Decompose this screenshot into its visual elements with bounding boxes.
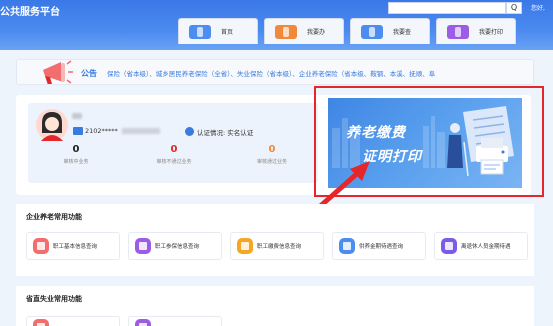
notice-label: 公告 xyxy=(81,69,97,78)
top-header: 公共服务平台 Q 您好, 首页 我要办 我要查 我要打印 xyxy=(0,0,553,50)
function-basic-info-query[interactable]: 职工基本信息查询 xyxy=(26,232,120,260)
retiree-icon xyxy=(441,238,457,254)
stat-rejected[interactable]: 0 审核不通过业务 xyxy=(134,144,214,165)
function-insurance-info-query[interactable]: 职工参保信息查询 xyxy=(128,232,222,260)
stat-value: 0 xyxy=(72,144,80,155)
function-label: 职工参保信息查询 xyxy=(155,244,200,250)
function-label: 职工基本信息查询 xyxy=(53,244,98,250)
insurance-icon xyxy=(135,238,151,254)
section-title: 省直失业常用功能 xyxy=(26,295,82,303)
enterprise-pension-functions: 企业养老常用功能 职工基本信息查询 职工参保信息查询 职工缴费信息查询 供养金期… xyxy=(16,204,534,276)
id-number: 2102***** xyxy=(85,127,118,135)
function-label: 离退休人员金期待遇 xyxy=(461,244,511,250)
user-profile-panel: 2102***** 认证情况: 实名认证 xyxy=(28,103,318,183)
search-button[interactable]: Q xyxy=(506,2,522,14)
avatar xyxy=(36,109,68,141)
tab-query[interactable]: 我要查 xyxy=(350,18,430,44)
verified-icon xyxy=(185,127,194,136)
function-icon xyxy=(135,318,151,326)
megaphone-icon xyxy=(43,60,73,84)
stat-label: 审核中业务 xyxy=(63,159,89,165)
id-card-icon xyxy=(73,127,83,135)
apply-icon xyxy=(275,24,297,39)
id-number-redacted xyxy=(122,128,160,134)
tab-label: 我要办 xyxy=(307,29,326,36)
tab-label: 我要查 xyxy=(393,29,412,36)
stat-value: 0 xyxy=(170,144,178,155)
search-input[interactable] xyxy=(388,2,506,14)
tab-label: 我要打印 xyxy=(479,29,504,36)
stat-label: 审核不通过业务 xyxy=(156,159,192,165)
section-title: 企业养老常用功能 xyxy=(26,213,82,221)
query-icon xyxy=(361,24,383,39)
payment-icon xyxy=(237,238,253,254)
certification-status: 认证情况: 实名认证 xyxy=(197,129,254,137)
tab-home[interactable]: 首页 xyxy=(178,18,258,44)
function-retiree-benefit-query[interactable]: 离退休人员金期待遇 xyxy=(434,232,528,260)
site-title: 公共服务平台 xyxy=(0,7,60,18)
function-item-partial[interactable] xyxy=(128,316,222,326)
user-name-redacted xyxy=(72,113,82,119)
stat-value: 0 xyxy=(268,144,276,155)
tab-label: 首页 xyxy=(221,29,234,36)
function-item-partial[interactable] xyxy=(26,316,120,326)
stat-in-review[interactable]: 0 审核中业务 xyxy=(36,144,116,165)
user-info-icon xyxy=(33,238,49,254)
function-payment-info-query[interactable]: 职工缴费信息查询 xyxy=(230,232,324,260)
function-support-benefit-query[interactable]: 供养金期待遇查询 xyxy=(332,232,426,260)
benefit-icon xyxy=(339,238,355,254)
function-label: 职工缴费信息查询 xyxy=(257,244,302,250)
tab-apply[interactable]: 我要办 xyxy=(264,18,344,44)
home-icon xyxy=(189,24,211,39)
function-label: 供养金期待遇查询 xyxy=(359,244,404,250)
print-icon xyxy=(447,24,469,39)
tab-print[interactable]: 我要打印 xyxy=(436,18,516,44)
notice-bar[interactable]: 公告 保险（省本级）、城乡居民养老保险（全省）、失业保险（省本级）、企业养老保险… xyxy=(16,59,534,85)
function-icon xyxy=(33,318,49,326)
greeting-text: 您好, xyxy=(531,5,545,12)
unemployment-functions: 省直失业常用功能 xyxy=(16,286,534,326)
notice-text[interactable]: 保险（省本级）、城乡居民养老保险（全省）、失业保险（省本级）、企业养老保险（省本… xyxy=(107,68,435,78)
